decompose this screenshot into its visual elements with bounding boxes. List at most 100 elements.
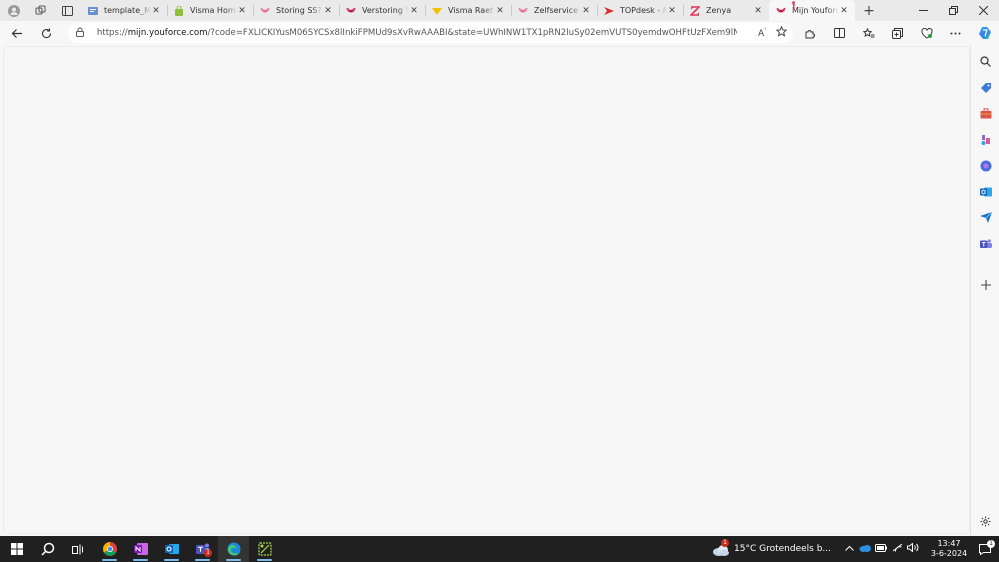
tab-zelfservice[interactable]: Zelfservice | ✕ — [511, 0, 597, 21]
visma-raet-icon — [260, 6, 270, 16]
taskbar-outlook-icon[interactable] — [156, 536, 187, 562]
close-icon[interactable]: ✕ — [409, 6, 419, 16]
tab-title: Visma Home — [190, 6, 237, 15]
minimize-button[interactable] — [908, 0, 938, 21]
url-text[interactable]: https://mijn.youforce.com/?code=FXLICKIY… — [97, 28, 737, 38]
task-view-icon[interactable] — [63, 536, 94, 562]
chevron-up-icon[interactable] — [841, 544, 857, 554]
microsoft-365-icon[interactable] — [978, 158, 993, 173]
lock-icon[interactable] — [75, 27, 90, 40]
tab-title: Storing SS? — [276, 6, 322, 15]
teams-notification-badge: 1 — [204, 549, 212, 557]
copilot-icon[interactable] — [970, 26, 999, 40]
clock-time: 13:47 — [937, 539, 961, 548]
notification-count-badge: 1 — [987, 539, 995, 548]
tab-title: Zelfservice | — [534, 6, 581, 15]
document-icon — [88, 6, 98, 16]
split-screen-icon[interactable] — [825, 28, 854, 38]
onedrive-cloud-icon[interactable] — [857, 544, 873, 555]
close-icon[interactable]: ✕ — [323, 6, 333, 16]
clock-date: 3-6-2024 — [930, 549, 968, 558]
collections-icon[interactable] — [883, 27, 912, 39]
close-icon[interactable]: ✕ — [753, 6, 763, 16]
windows-taskbar: 1 1 15°C Grotendeels b... 13:47 3-6-2024… — [0, 536, 999, 562]
start-button[interactable] — [1, 536, 32, 562]
shopping-bag-icon — [174, 5, 184, 16]
titlebar-drag-area — [883, 0, 908, 21]
new-tab-button[interactable]: + — [855, 0, 883, 21]
tab-topdesk[interactable]: TOPdesk - M ✕ — [597, 0, 683, 21]
tab-title: Zenya — [706, 6, 732, 15]
tab-visma-home[interactable]: Visma Home ✕ — [167, 0, 253, 21]
system-clock[interactable]: 13:47 3-6-2024 — [927, 539, 971, 559]
zenya-icon — [690, 5, 700, 16]
tab-mijn-youforce[interactable]: Mijn Youforc ✕ — [769, 0, 855, 21]
refresh-button[interactable] — [32, 21, 61, 45]
close-icon[interactable]: ✕ — [581, 6, 591, 16]
weather-cloud-icon: 1 — [712, 539, 732, 556]
volume-icon[interactable] — [905, 542, 921, 555]
visma-raet-icon — [776, 6, 786, 16]
tab-title: TOPdesk - M — [620, 6, 667, 15]
close-icon[interactable]: ✕ — [839, 6, 849, 16]
url-scheme: https:// — [96, 28, 128, 38]
url-host: mijn.youforce.com — [127, 28, 208, 38]
taskbar-onenote-icon[interactable] — [125, 536, 156, 562]
favorites-icon[interactable] — [854, 27, 883, 39]
taskbar-search-icon[interactable] — [32, 536, 63, 562]
favorite-star-icon[interactable] — [776, 25, 788, 40]
taskbar-snipping-tool-icon[interactable] — [249, 536, 280, 562]
close-icon[interactable]: ✕ — [151, 6, 161, 16]
visma-raet-icon — [346, 6, 356, 16]
visma-raet-icon — [518, 6, 528, 16]
close-window-button[interactable] — [968, 0, 999, 21]
desktop: template_Ma ✕ Visma Home ✕ Storing SS? ✕… — [0, 0, 999, 562]
tab-template[interactable]: template_Ma ✕ — [81, 0, 167, 21]
search-icon[interactable] — [978, 54, 993, 69]
navigation-bar: https://mijn.youforce.com/?code=FXLICKIY… — [0, 21, 999, 45]
system-tray: 1 15°C Grotendeels b... 13:47 3-6-2024 1 — [712, 536, 999, 562]
restore-button[interactable] — [938, 0, 968, 21]
tab-strip: template_Ma ✕ Visma Home ✕ Storing SS? ✕… — [0, 0, 999, 21]
more-menu-icon[interactable] — [941, 32, 970, 35]
url-path: /?code=FXLICKIYusM06SYCSx8lInkiFPMUd9sXv… — [207, 28, 737, 38]
teams-icon[interactable] — [978, 236, 993, 251]
workspaces-icon[interactable] — [27, 0, 54, 21]
weather-widget[interactable]: 1 15°C Grotendeels b... — [712, 539, 831, 556]
add-sidebar-app-icon[interactable] — [978, 277, 993, 292]
tab-visma-raet[interactable]: Visma Raet S ✕ — [425, 0, 511, 21]
tab-title: Verstoring Y — [362, 6, 409, 15]
tab-verstoring[interactable]: Verstoring Y ✕ — [339, 0, 425, 21]
read-aloud-icon[interactable]: Aꜛ — [758, 27, 766, 39]
tools-icon[interactable] — [978, 106, 993, 121]
send-icon[interactable] — [978, 210, 993, 225]
games-icon[interactable] — [978, 132, 993, 147]
browser-essentials-icon[interactable] — [912, 27, 941, 39]
back-button[interactable] — [3, 21, 32, 45]
extensions-icon[interactable] — [796, 28, 825, 39]
sidebar-settings-gear-icon[interactable] — [978, 514, 993, 529]
taskbar-teams-icon[interactable]: 1 — [187, 536, 218, 562]
close-icon[interactable]: ✕ — [667, 6, 677, 16]
battery-icon[interactable] — [873, 543, 889, 555]
outlook-icon[interactable] — [978, 184, 993, 199]
address-bar[interactable]: https://mijn.youforce.com/?code=FXLICKIY… — [67, 23, 794, 43]
topdesk-icon — [604, 6, 614, 16]
tab-storing[interactable]: Storing SS? ✕ — [253, 0, 339, 21]
web-content-area — [0, 45, 971, 536]
weather-alert-badge: 1 — [721, 539, 730, 547]
wifi-icon[interactable] — [889, 543, 905, 555]
notification-center-icon[interactable]: 1 — [971, 539, 999, 555]
tab-title: Visma Raet S — [448, 6, 495, 15]
weather-text: 15°C Grotendeels b... — [734, 544, 831, 554]
close-icon[interactable]: ✕ — [237, 6, 247, 16]
taskbar-edge-icon[interactable] — [218, 536, 249, 562]
blank-page[interactable] — [3, 46, 970, 534]
close-icon[interactable]: ✕ — [495, 6, 505, 16]
profile-icon[interactable] — [0, 0, 27, 21]
shopping-tag-icon[interactable] — [978, 80, 993, 95]
taskbar-chrome-icon[interactable] — [94, 536, 125, 562]
lightbulb-icon — [432, 6, 442, 16]
vertical-tabs-icon[interactable] — [54, 0, 81, 21]
tab-zenya[interactable]: Zenya ✕ — [683, 0, 769, 21]
